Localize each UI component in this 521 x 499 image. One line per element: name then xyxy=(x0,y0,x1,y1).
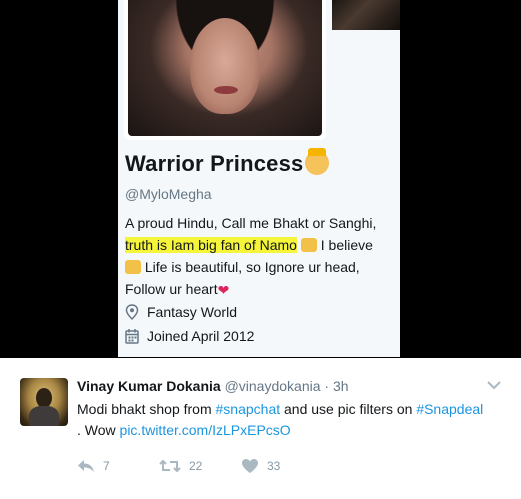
chevron-down-icon[interactable] xyxy=(487,380,501,390)
reply-count: 7 xyxy=(103,459,110,473)
profile-photo xyxy=(128,0,322,136)
embedded-profile-screenshot: Warrior Princess @MyloMegha A proud Hind… xyxy=(0,0,521,357)
author-handle[interactable]: @vinaydokania xyxy=(225,378,321,394)
reply-icon xyxy=(78,460,94,472)
profile-location: Fantasy World xyxy=(125,304,237,320)
tweet[interactable]: Vinay Kumar Dokania @vinaydokania · 3h M… xyxy=(0,358,521,499)
pic-link[interactable]: pic.twitter.com/IzLPxEPcsO xyxy=(120,422,291,438)
profile-name: Warrior Princess xyxy=(125,148,330,177)
author-name[interactable]: Vinay Kumar Dokania xyxy=(77,378,221,394)
retweet-icon xyxy=(159,459,181,473)
folded-hands-emoji-icon xyxy=(300,238,317,252)
retweet-count: 22 xyxy=(189,459,203,473)
hashtag-link[interactable]: #snapchat xyxy=(216,401,281,417)
highlighted-text: truth is Iam big fan of Namo xyxy=(125,237,297,253)
tweet-header: Vinay Kumar Dokania @vinaydokania · 3h xyxy=(77,378,349,394)
like-button[interactable]: 33 xyxy=(241,458,280,474)
profile-joined: Joined April 2012 xyxy=(125,328,254,344)
like-count: 33 xyxy=(267,459,281,473)
retweet-button[interactable]: 22 xyxy=(159,459,241,473)
profile-bio: A proud Hindu, Call me Bhakt or Sanghi, … xyxy=(125,215,377,298)
location-pin-icon xyxy=(125,304,139,320)
heart-emoji-icon: ❤ xyxy=(217,282,230,298)
heart-icon xyxy=(242,459,258,473)
author-avatar[interactable] xyxy=(20,378,68,426)
tweet-timestamp[interactable]: 3h xyxy=(333,378,349,394)
tweet-actions: 7 22 33 xyxy=(77,458,280,474)
hashtag-link[interactable]: #Snapdeal xyxy=(416,401,483,417)
profile-photo-frame xyxy=(124,0,326,140)
reply-button[interactable]: 7 xyxy=(77,459,159,473)
tweet-text: Modi bhakt shop from #snapchat and use p… xyxy=(77,401,484,438)
adjacent-photo xyxy=(332,0,400,30)
separator-dot: · xyxy=(324,378,330,394)
profile-handle: @MyloMegha xyxy=(125,186,212,202)
princess-emoji-icon xyxy=(305,148,330,175)
calendar-icon xyxy=(125,329,139,344)
pointing-hand-emoji-icon xyxy=(125,260,141,274)
